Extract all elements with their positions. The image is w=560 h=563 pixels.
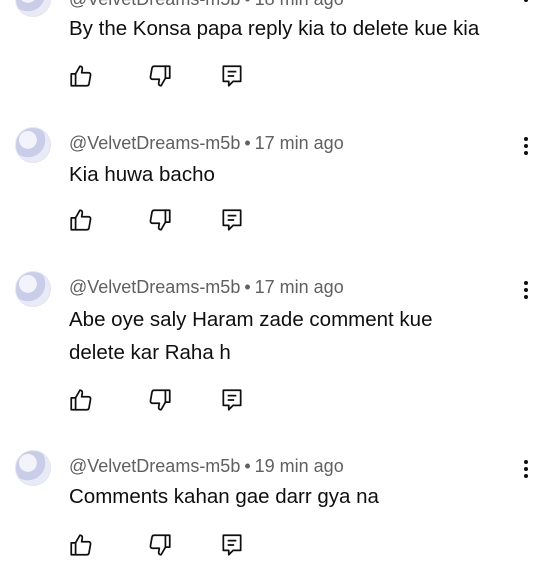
avatar[interactable] xyxy=(15,127,51,163)
comment-text: By the Konsa papa reply kia to delete ku… xyxy=(69,17,480,40)
comment-text: Kia huwa bacho xyxy=(69,163,215,186)
more-vert-icon[interactable] xyxy=(516,281,536,303)
comment-author[interactable]: @VelvetDreams-m5b xyxy=(69,456,240,476)
more-vert-icon[interactable] xyxy=(516,137,536,159)
thumbs-down-icon[interactable] xyxy=(147,387,173,413)
reply-comment-icon[interactable] xyxy=(219,63,245,89)
avatar[interactable] xyxy=(15,271,51,307)
more-vert-icon[interactable] xyxy=(516,460,536,482)
comment-time[interactable]: 18 min ago xyxy=(255,0,344,9)
meta-separator: • xyxy=(244,0,250,9)
thumbs-up-icon[interactable] xyxy=(68,207,94,233)
comment-meta: @VelvetDreams-m5b • 19 min ago xyxy=(69,456,344,477)
avatar[interactable] xyxy=(15,450,51,486)
reply-comment-icon[interactable] xyxy=(219,387,245,413)
comment-time[interactable]: 17 min ago xyxy=(255,277,344,297)
avatar[interactable] xyxy=(15,0,51,17)
comment-author[interactable]: @VelvetDreams-m5b xyxy=(69,277,240,297)
thumbs-down-icon[interactable] xyxy=(147,63,173,89)
comment-author[interactable]: @VelvetDreams-m5b xyxy=(69,0,240,9)
comment-meta: @VelvetDreams-m5b • 17 min ago xyxy=(69,277,344,298)
thumbs-up-icon[interactable] xyxy=(68,387,94,413)
comment-time[interactable]: 17 min ago xyxy=(255,133,344,153)
comment-text: Abe oye saly Haram zade comment kue dele… xyxy=(69,308,433,364)
more-vert-icon[interactable] xyxy=(516,0,536,6)
reply-comment-icon[interactable] xyxy=(219,207,245,233)
comment-item: @VelvetDreams-m5b • 19 min ago Comments ka… xyxy=(0,448,560,560)
comment-time[interactable]: 19 min ago xyxy=(255,456,344,476)
meta-separator: • xyxy=(244,456,251,476)
reply-comment-icon[interactable] xyxy=(219,532,245,558)
comment-actions xyxy=(0,63,560,91)
comment-author[interactable]: @VelvetDreams-m5b xyxy=(69,133,240,153)
thumbs-down-icon[interactable] xyxy=(147,532,173,558)
comment-item: @VelvetDreams-m5b • 17 min ago Kia huwa ba… xyxy=(0,125,560,255)
thumbs-up-icon[interactable] xyxy=(68,532,94,558)
comment-actions xyxy=(0,387,560,415)
meta-separator: • xyxy=(244,133,251,153)
thumbs-down-icon[interactable] xyxy=(147,207,173,233)
comment-text: Comments kahan gae darr gya na xyxy=(69,485,379,508)
comment-actions xyxy=(0,532,560,560)
meta-separator: • xyxy=(244,277,251,297)
thumbs-up-icon[interactable] xyxy=(68,63,94,89)
comment-meta: @VelvetDreams-m5b • 17 min ago xyxy=(69,133,344,154)
comment-item: @VelvetDreams-m5b • 18 min ago By the Kons… xyxy=(0,0,560,100)
comment-item: @VelvetDreams-m5b • 17 min ago Abe oye sal… xyxy=(0,269,560,419)
comment-actions xyxy=(0,207,560,235)
comment-meta: @VelvetDreams-m5b • 18 min ago xyxy=(69,0,344,10)
